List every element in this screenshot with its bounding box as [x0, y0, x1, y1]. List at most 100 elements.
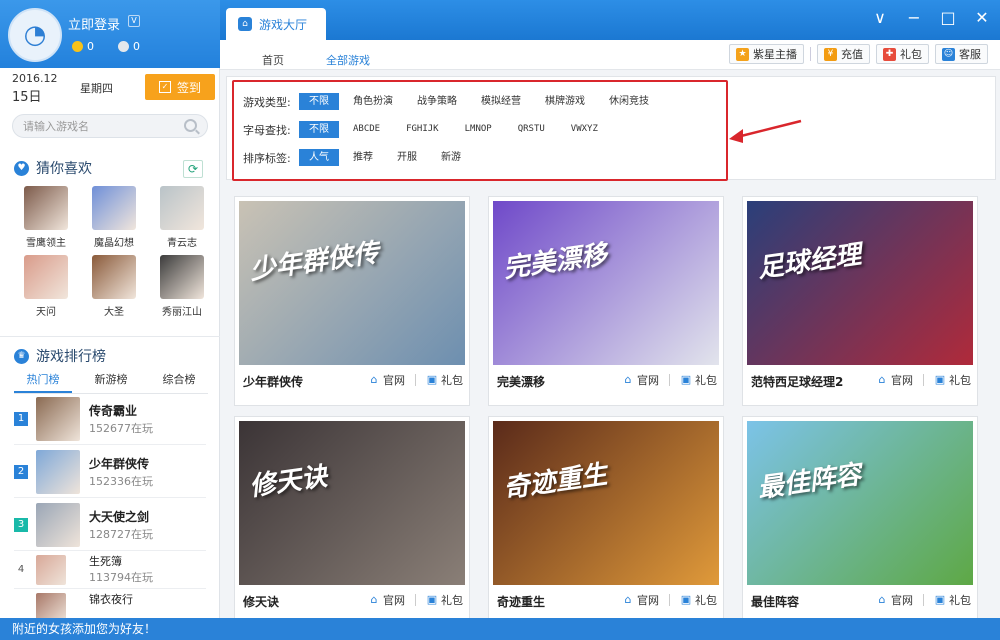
- rank-player-count: 128727在玩: [89, 528, 153, 541]
- rank-number: 1: [14, 412, 28, 426]
- game-card[interactable]: 少年群侠传 少年群侠传 ⌂ 官网 ▣ 礼包: [234, 196, 470, 406]
- favorite-game[interactable]: 青云志: [148, 186, 216, 249]
- card-links: ⌂ 官网 ▣ 礼包: [368, 372, 464, 388]
- minimize-button[interactable]: −: [902, 6, 926, 30]
- official-site-link[interactable]: ⌂ 官网: [368, 592, 406, 608]
- gold-coin-count: 0: [72, 40, 94, 53]
- game-thumbnail: [24, 255, 68, 299]
- gift-link[interactable]: ▣ 礼包: [426, 372, 463, 388]
- favorite-game-name: 大圣: [104, 307, 124, 318]
- trophy-icon: ♛: [14, 348, 29, 364]
- tab-hot[interactable]: 热门榜: [14, 371, 72, 393]
- favorite-game[interactable]: 雪鹰领主: [12, 186, 80, 249]
- stream-button[interactable]: ★ 紫星主播: [729, 44, 804, 64]
- game-cards: 少年群侠传 少年群侠传 ⌂ 官网 ▣ 礼包 完美漂移 完美漂移 ⌂ 官网 ▣ 礼包 足球经理 范特西足球经…: [234, 196, 994, 626]
- gift-link[interactable]: ▣ 礼包: [934, 372, 971, 388]
- game-banner[interactable]: 完美漂移: [493, 201, 719, 365]
- game-banner[interactable]: 少年群侠传: [239, 201, 465, 365]
- game-thumbnail: [36, 503, 80, 547]
- signin-button[interactable]: ✓ 签到: [145, 74, 215, 100]
- rank-game-name: 大天使之剑: [89, 510, 150, 524]
- rank-game-name: 生死簿: [89, 555, 122, 568]
- home-icon: ⌂: [370, 593, 378, 606]
- card-links: ⌂ 官网 ▣ 礼包: [876, 592, 972, 608]
- rank-item[interactable]: 3 大天使之剑 128727在玩: [14, 498, 206, 551]
- game-title[interactable]: 完美漂移: [497, 373, 545, 390]
- game-card[interactable]: 奇迹重生 奇迹重生 ⌂ 官网 ▣ 礼包: [488, 416, 724, 626]
- favorite-game-name: 雪鹰领主: [26, 238, 66, 249]
- game-title[interactable]: 修天诀: [243, 593, 279, 610]
- favorite-game[interactable]: 天问: [12, 255, 80, 318]
- rank-tabs: 热门榜 新游榜 综合榜: [14, 371, 208, 394]
- game-banner[interactable]: 修天诀: [239, 421, 465, 585]
- home-icon: ⌂: [238, 17, 252, 31]
- game-card[interactable]: 完美漂移 完美漂移 ⌂ 官网 ▣ 礼包: [488, 196, 724, 406]
- gift-icon: ▣: [934, 373, 946, 386]
- game-banner[interactable]: 最佳阵容: [747, 421, 973, 585]
- refresh-button[interactable]: ⟳: [183, 160, 203, 178]
- favorites-grid: 雪鹰领主 魔晶幻想 青云志天问 大圣 秀丽江山: [12, 186, 216, 318]
- game-title[interactable]: 最佳阵容: [751, 593, 799, 610]
- game-title[interactable]: 范特西足球经理2: [751, 373, 843, 390]
- game-card[interactable]: 修天诀 修天诀 ⌂ 官网 ▣ 礼包: [234, 416, 470, 626]
- maximize-button[interactable]: □: [936, 6, 960, 30]
- gift-link[interactable]: ▣ 礼包: [680, 372, 717, 388]
- close-button[interactable]: ✕: [970, 6, 994, 30]
- game-banner[interactable]: 足球经理: [747, 201, 973, 365]
- favorite-game-name: 秀丽江山: [162, 307, 202, 318]
- rank-number: [14, 601, 28, 615]
- favorite-game[interactable]: 魔晶幻想: [80, 186, 148, 249]
- login-link[interactable]: 立即登录: [68, 14, 120, 33]
- rank-item[interactable]: 1 传奇霸业 152677在玩: [14, 392, 206, 445]
- favorite-game-name: 天问: [36, 307, 56, 318]
- gift-link[interactable]: ▣ 礼包: [426, 592, 463, 608]
- top-buttons: ★ 紫星主播 ¥ 充值 ✚ 礼包 ☺ 客服: [729, 44, 988, 64]
- game-card[interactable]: 足球经理范特西足球经理2 ⌂ 官网 ▣ 礼包: [742, 196, 978, 406]
- official-site-link[interactable]: ⌂ 官网: [876, 592, 914, 608]
- game-thumbnail: [36, 450, 80, 494]
- favorite-game[interactable]: 大圣: [80, 255, 148, 318]
- recharge-button[interactable]: ¥ 充值: [817, 44, 870, 64]
- card-links: ⌂ 官网 ▣ 礼包: [368, 592, 464, 608]
- rank-header: ♛ 游戏排行榜: [14, 346, 106, 366]
- collapse-button[interactable]: ∨: [868, 6, 892, 30]
- nav-home[interactable]: 首页: [262, 52, 284, 68]
- search-input[interactable]: [12, 114, 208, 138]
- rank-player-count: 152677在玩: [89, 422, 153, 435]
- official-site-link[interactable]: ⌂ 官网: [368, 372, 406, 388]
- avatar[interactable]: ◔: [8, 8, 62, 62]
- game-banner[interactable]: 奇迹重生: [493, 421, 719, 585]
- home-icon: ⌂: [624, 593, 632, 606]
- rank-item[interactable]: 2 少年群侠传 152336在玩: [14, 445, 206, 498]
- support-button[interactable]: ☺ 客服: [935, 44, 988, 64]
- game-thumbnail: [24, 186, 68, 230]
- heart-icon: ♥: [14, 160, 29, 176]
- divider: [669, 374, 670, 386]
- gift-link[interactable]: ▣ 礼包: [680, 592, 717, 608]
- game-title[interactable]: 少年群侠传: [243, 373, 303, 390]
- official-site-link[interactable]: ⌂ 官网: [622, 592, 660, 608]
- official-site-link[interactable]: ⌂ 官网: [622, 372, 660, 388]
- home-icon: ⌂: [878, 593, 886, 606]
- status-bar[interactable]: 附近的女孩添加您为好友！: [0, 618, 1000, 640]
- game-card[interactable]: 最佳阵容 最佳阵容 ⌂ 官网 ▣ 礼包: [742, 416, 978, 626]
- tab-overall[interactable]: 综合榜: [150, 371, 208, 393]
- favorite-game[interactable]: 秀丽江山: [148, 255, 216, 318]
- search-icon[interactable]: [184, 119, 197, 132]
- gift-button[interactable]: ✚ 礼包: [876, 44, 929, 64]
- rank-game-name: 传奇霸业: [89, 404, 138, 418]
- official-site-link[interactable]: ⌂ 官网: [876, 372, 914, 388]
- game-thumbnail: [92, 186, 136, 230]
- card-links: ⌂ 官网 ▣ 礼包: [876, 372, 972, 388]
- divider: [669, 594, 670, 606]
- gift-icon: ▣: [680, 593, 692, 606]
- gift-icon: ▣: [426, 373, 438, 386]
- gift-link[interactable]: ▣ 礼包: [934, 592, 971, 608]
- nav-all-games[interactable]: 全部游戏: [326, 52, 370, 68]
- tab-new[interactable]: 新游榜: [82, 371, 140, 393]
- game-title[interactable]: 奇迹重生: [497, 593, 545, 610]
- rank-item[interactable]: 4 生死簿 113794在玩: [14, 551, 206, 589]
- rank-list: 1 传奇霸业 152677在玩 2 少年群侠传 152336在玩 3 大天使之剑 128727在…: [0, 392, 220, 627]
- silver-coin-count: 0: [118, 40, 140, 53]
- tab-game-hall[interactable]: ⌂ 游戏大厅: [226, 8, 326, 40]
